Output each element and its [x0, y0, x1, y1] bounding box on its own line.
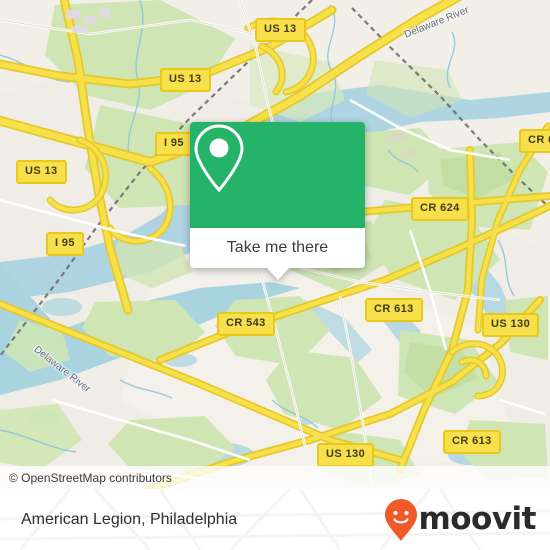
moovit-brand-logo[interactable]: moovit	[384, 498, 550, 542]
popup-pointer-tail	[266, 268, 289, 280]
road-shield: I 95	[155, 132, 193, 156]
road-shield: US 13	[255, 18, 306, 42]
road-shield: CR 543	[217, 312, 275, 336]
road-shield: CR 624	[411, 197, 469, 221]
moovit-wordmark: moovit	[418, 501, 536, 537]
place-name-title: American Legion, Philadelphia	[21, 510, 238, 528]
moovit-smiling-pin-icon	[385, 498, 418, 541]
popup-action-area[interactable]: Take me there	[190, 228, 365, 268]
road-shield: CR 613	[443, 430, 501, 454]
bottom-info-bar: American Legion, Philadelphia moovit	[0, 489, 550, 550]
map-attribution-bar: © OpenStreetMap contributors	[0, 466, 550, 489]
moovit-map-screen: US 13 US 13 I 95 US 13 I 95 CR 6 CR 624 …	[0, 0, 550, 550]
road-shield: US 130	[317, 443, 375, 467]
popup-image-area	[190, 122, 365, 228]
road-shield: CR 6	[519, 129, 550, 153]
map-pin-icon	[194, 124, 244, 193]
map-canvas[interactable]: US 13 US 13 I 95 US 13 I 95 CR 6 CR 624 …	[0, 0, 550, 489]
location-popup-card[interactable]: Take me there	[190, 122, 365, 280]
road-shield: US 13	[16, 160, 67, 184]
take-me-there-label: Take me there	[226, 239, 329, 256]
road-shield: US 130	[482, 313, 540, 337]
road-shield: I 95	[46, 232, 84, 256]
osm-attribution-text[interactable]: © OpenStreetMap contributors	[0, 471, 172, 485]
road-shield: CR 613	[365, 298, 423, 322]
road-shield: US 13	[160, 68, 211, 92]
